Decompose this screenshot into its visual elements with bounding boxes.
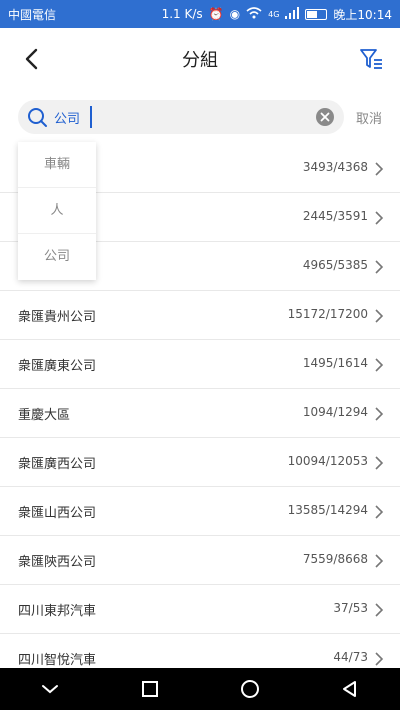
- chevron-right-icon: [374, 553, 384, 568]
- page-title: 分組: [182, 50, 218, 71]
- app-header: 分組: [0, 28, 400, 90]
- group-row[interactable]: 衆匯廣東公司 1495/1614: [0, 340, 400, 389]
- wifi-icon: [246, 6, 262, 22]
- filter-icon[interactable]: [356, 44, 386, 74]
- group-name: 重慶大區: [18, 408, 71, 423]
- group-count: 7559/8668: [302, 552, 368, 566]
- group-name: 衆匯貴州公司: [18, 310, 97, 325]
- battery-icon: [305, 8, 328, 20]
- group-count: 10094/12053: [287, 454, 368, 468]
- search-bar: 取消: [0, 90, 400, 144]
- group-row[interactable]: 衆匯山西公司 13585/14294: [0, 487, 400, 536]
- chevron-right-icon: [374, 308, 384, 323]
- group-row[interactable]: 衆匯陝西公司 7559/8668: [0, 536, 400, 585]
- group-row[interactable]: 衆匯貴州公司 15172/17200: [0, 291, 400, 340]
- group-name: 四川東邦汽車: [18, 604, 97, 619]
- chevron-right-icon: [374, 259, 384, 274]
- navigation-bar: [0, 668, 400, 710]
- chevron-right-icon: [374, 651, 384, 666]
- hide-nav-icon[interactable]: [30, 674, 70, 704]
- back-arrow-icon[interactable]: [18, 44, 48, 74]
- group-count: 2445/3591: [302, 209, 368, 223]
- network-speed: 1.1 K/s: [161, 7, 203, 21]
- chevron-right-icon: [374, 455, 384, 470]
- chevron-right-icon: [374, 504, 384, 519]
- dropdown-option[interactable]: 車輛: [18, 142, 96, 188]
- group-name: 衆匯廣東公司: [18, 359, 97, 374]
- group-row[interactable]: 衆匯廣西公司 10094/12053: [0, 438, 400, 487]
- group-count: 1094/1294: [302, 405, 368, 419]
- chevron-right-icon: [374, 161, 384, 176]
- search-type-dropdown: 車輛人公司: [18, 142, 96, 280]
- carrier-label: 中國電信: [8, 7, 57, 22]
- group-row[interactable]: 四川東邦汽車 37/53: [0, 585, 400, 634]
- group-name: 衆匯山西公司: [18, 506, 97, 521]
- back-nav-icon[interactable]: [330, 674, 370, 704]
- group-count: 37/53: [333, 601, 368, 615]
- dropdown-option[interactable]: 人: [18, 188, 96, 234]
- home-icon[interactable]: [230, 674, 270, 704]
- group-name: 衆匯陝西公司: [18, 555, 97, 570]
- clock: 晚上10:14: [333, 7, 392, 22]
- group-name: 衆匯廣西公司: [18, 457, 97, 472]
- search-box[interactable]: [18, 100, 344, 134]
- group-count: 4965/5385: [302, 258, 368, 272]
- search-icon[interactable]: [26, 106, 48, 128]
- cancel-button[interactable]: 取消: [356, 108, 382, 127]
- dropdown-option[interactable]: 公司: [18, 234, 96, 280]
- chevron-right-icon: [374, 210, 384, 225]
- clear-icon[interactable]: [316, 108, 334, 126]
- group-row[interactable]: 重慶大區 1094/1294: [0, 389, 400, 438]
- recent-apps-icon[interactable]: [130, 674, 170, 704]
- eye-icon: ◉: [229, 7, 241, 21]
- alarm-icon: ⏰: [208, 7, 224, 21]
- signal-icon: [285, 6, 300, 22]
- group-count: 44/73: [333, 650, 368, 664]
- group-count: 15172/17200: [287, 307, 368, 321]
- status-icons: 1.1 K/s ⏰ ◉ 4G 晚上10:14: [162, 6, 392, 23]
- battery-fill: [307, 10, 318, 18]
- status-bar: 中國電信 1.1 K/s ⏰ ◉ 4G 晚上10:14: [0, 0, 400, 28]
- chevron-right-icon: [374, 357, 384, 372]
- group-count: 13585/14294: [287, 503, 368, 517]
- group-count: 3493/4368: [302, 160, 368, 174]
- chevron-right-icon: [374, 602, 384, 617]
- group-count: 1495/1614: [302, 356, 368, 370]
- text-cursor: [90, 106, 92, 128]
- chevron-right-icon: [374, 406, 384, 421]
- network-type: 4G: [268, 9, 280, 19]
- group-row[interactable]: 四川智悅汽車 44/73: [0, 634, 400, 668]
- group-name: 四川智悅汽車: [18, 653, 97, 668]
